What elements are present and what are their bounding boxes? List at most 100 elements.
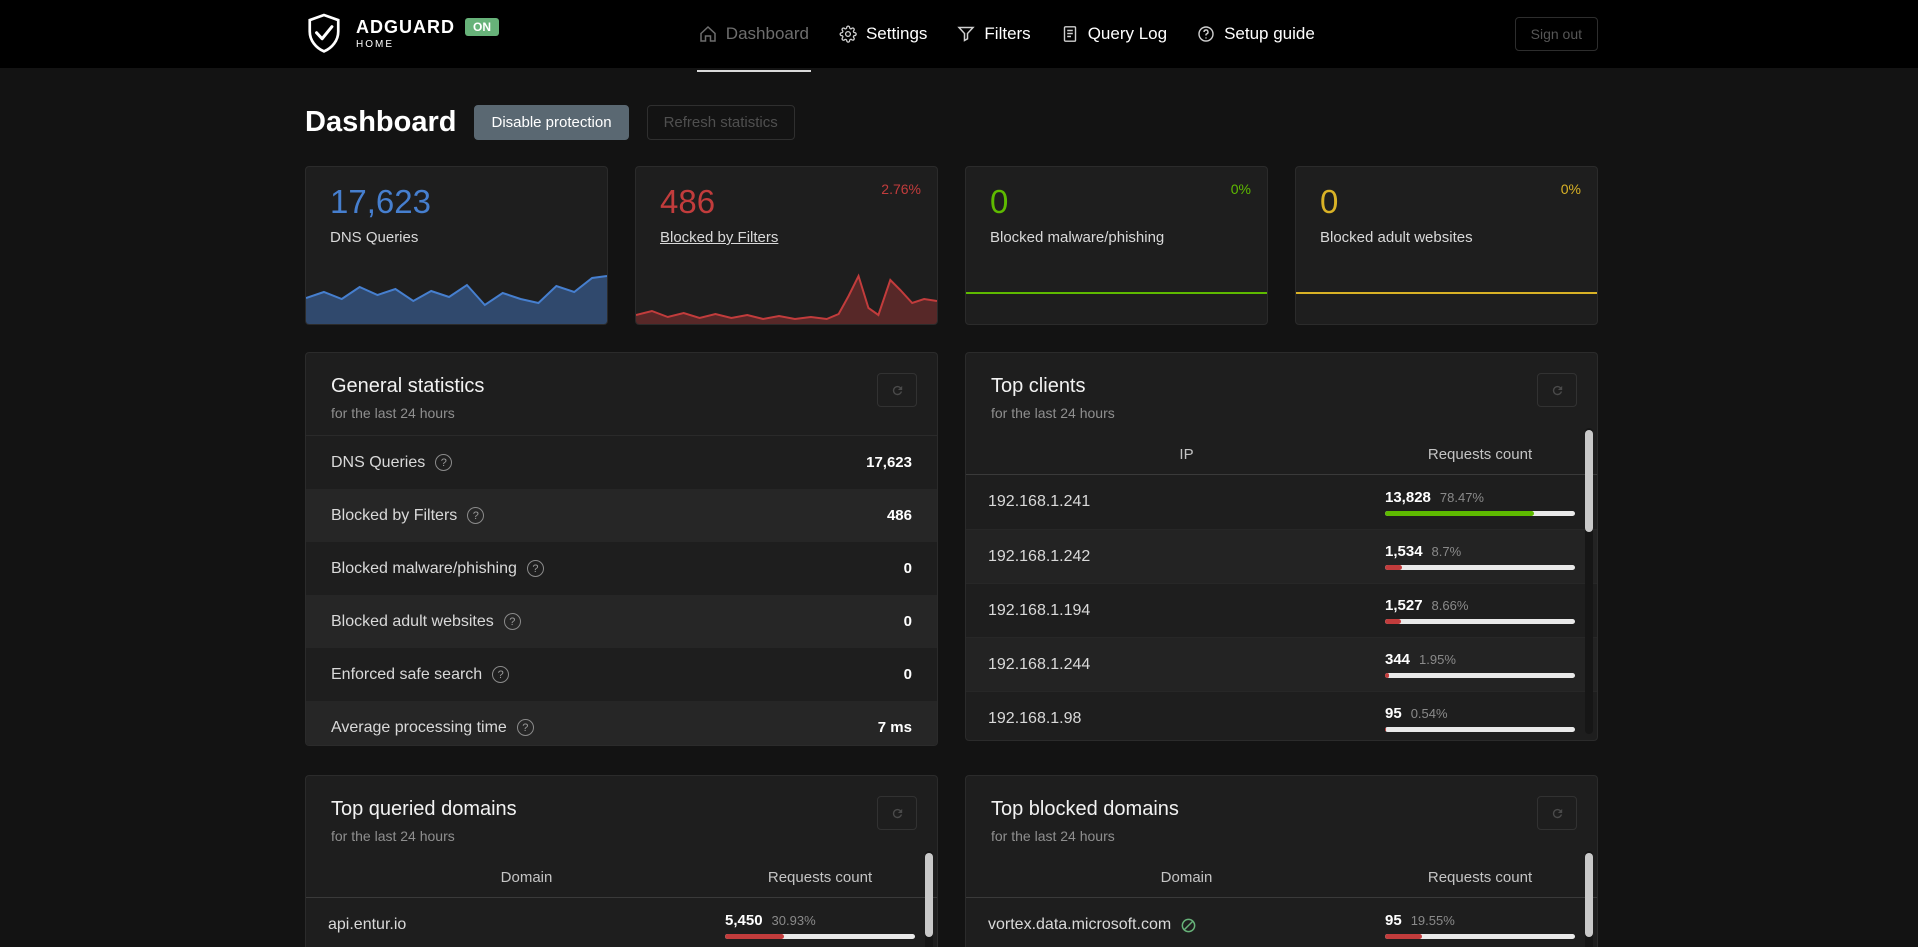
request-percent: 78.47% [1439,489,1484,505]
client-row: 192.168.1.242 1,534 8.7% [966,529,1597,583]
stats-row: Blocked by Filters? 486 [306,489,937,542]
client-row: 192.168.1.244 344 1.95% [966,637,1597,691]
stat-value: 0 [903,560,912,577]
scrollbar[interactable] [925,851,933,947]
refresh-statistics-button[interactable]: Refresh statistics [646,105,795,140]
card-subtitle: for the last 24 hours [331,828,455,844]
help-icon[interactable]: ? [516,719,534,736]
scrollbar-thumb[interactable] [1585,853,1593,937]
protection-on-badge: ON [465,18,499,36]
blocked-circle-icon [1180,917,1197,934]
blocked-malware-value: 0 [990,183,1009,220]
request-count: 5,450 [725,911,763,929]
main-nav: Dashboard Settings Filters Query Log Set… [696,0,1315,72]
adguard-logo[interactable]: ADGUARD ON HOME [305,13,499,55]
stats-row: Enforced safe search? 0 [306,648,937,701]
stats-row: Blocked adult websites? 0 [306,595,937,648]
refresh-card-button[interactable] [877,796,917,830]
nav-label: Query Log [1087,24,1168,43]
domain-name[interactable]: api.entur.io [328,916,406,934]
scrollbar-thumb[interactable] [1585,430,1593,532]
client-row: 192.168.1.241 13,828 78.47% [966,475,1597,529]
help-icon[interactable]: ? [492,666,510,683]
blocked-filters-sparkline [636,268,937,324]
blocked-adult-value: 0 [1320,183,1339,220]
help-icon[interactable]: ? [467,507,485,524]
client-ip[interactable]: 192.168.1.241 [988,493,1090,511]
refresh-card-button[interactable] [877,373,917,407]
client-ip[interactable]: 192.168.1.242 [988,548,1090,566]
nav-query-log[interactable]: Query Log [1061,0,1167,68]
help-icon[interactable]: ? [526,560,544,577]
scrollbar-thumb[interactable] [925,853,933,937]
card-title: Top clients [991,375,1086,397]
refresh-card-button[interactable] [1537,373,1577,407]
card-title: Top queried domains [331,798,517,820]
client-row: 192.168.1.98 95 0.54% [966,691,1597,740]
blocked-filters-link[interactable]: Blocked by Filters [660,229,778,246]
stat-label: Average processing time [331,718,507,736]
column-domain: Domain [500,869,553,886]
progress-bar [1385,727,1575,732]
card-title: General statistics [331,375,485,397]
help-icon[interactable]: ? [435,454,453,471]
dns-queries-card: 17,623 DNS Queries [305,166,608,325]
blocked-adult-percent: 0% [1560,181,1581,197]
stat-value: 17,623 [866,454,912,471]
nav-dashboard[interactable]: Dashboard [696,0,812,72]
table-header: Domain Requests count [966,858,1597,898]
client-ip[interactable]: 192.168.1.194 [988,602,1090,620]
dns-queries-value: 17,623 [330,183,431,220]
blocked-filters-value: 486 [660,183,716,220]
home-icon [699,25,717,43]
help-icon[interactable]: ? [503,613,521,630]
stats-row: Average processing time? 7 ms [306,701,937,745]
top-clients-card: Top clients for the last 24 hours IP Req… [965,352,1598,741]
card-subtitle: for the last 24 hours [991,405,1115,421]
request-count: 344 [1385,651,1411,668]
gear-icon [839,25,857,43]
nav-settings[interactable]: Settings [839,0,927,68]
top-navbar: ADGUARD ON HOME Dashboard Settings Filte… [0,0,1918,72]
progress-bar [725,933,915,939]
nav-filters[interactable]: Filters [957,0,1031,68]
card-title: Top blocked domains [991,798,1179,820]
stat-value: 0 [903,666,912,683]
page-title: Dashboard [305,106,457,138]
stat-value: 7 ms [877,719,912,736]
nav-setup-guide[interactable]: Setup guide [1197,0,1315,68]
disable-protection-button[interactable]: Disable protection [474,105,629,140]
request-percent: 8.66% [1431,598,1469,613]
progress-bar [1385,565,1575,570]
blocked-malware-card: 0 0% Blocked malware/phishing [965,166,1268,325]
scrollbar[interactable] [1585,851,1593,947]
client-ip[interactable]: 192.168.1.244 [988,656,1090,674]
nav-label: Settings [865,24,928,43]
top-queried-domains-card: Top queried domains for the last 24 hour… [305,775,938,947]
domain-row: vortex.data.microsoft.com 95 19.55% [966,898,1597,947]
refresh-card-button[interactable] [1537,796,1577,830]
blocked-adult-label: Blocked adult websites [1320,229,1473,246]
request-count: 95 [1385,911,1402,929]
request-percent: 19.55% [1410,912,1455,928]
blocked-malware-sparkline [966,292,1267,294]
column-ip: IP [1179,446,1194,463]
blocked-filters-card: 486 2.76% Blocked by Filters [635,166,938,325]
stat-label: DNS Queries [331,453,426,471]
brand-name: ADGUARD [356,17,455,37]
client-ip[interactable]: 192.168.1.98 [988,710,1081,728]
general-statistics-card: General statistics for the last 24 hours… [305,352,938,746]
progress-bar [1385,673,1575,678]
sign-out-button[interactable]: Sign out [1514,17,1598,51]
scrollbar[interactable] [1585,428,1593,734]
domain-name[interactable]: vortex.data.microsoft.com [988,916,1197,934]
stat-value: 486 [886,507,912,524]
domain-row: api.entur.io 5,450 30.93% [306,898,937,947]
dns-queries-sparkline [306,268,607,324]
dns-queries-label: DNS Queries [330,229,419,246]
column-requests-count: Requests count [1427,869,1533,886]
column-requests-count: Requests count [767,869,873,886]
stat-cards-row: 17,623 DNS Queries 486 2.76% Blocked by … [305,166,1598,325]
stats-row: DNS Queries? 17,623 [306,436,937,489]
progress-bar [1385,619,1575,624]
